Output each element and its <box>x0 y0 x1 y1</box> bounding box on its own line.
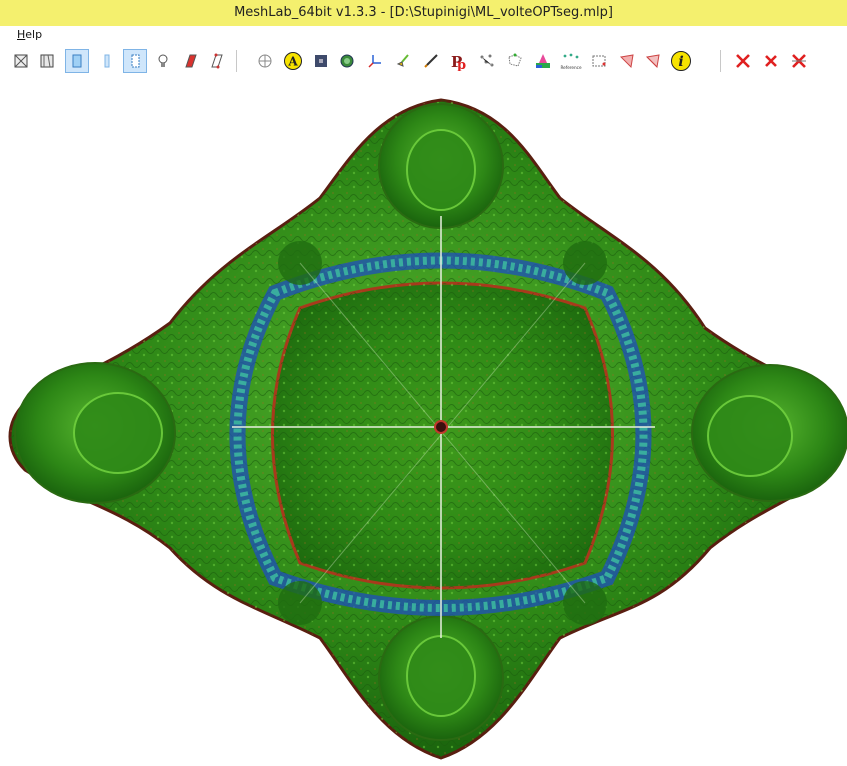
svg-text:p: p <box>457 58 466 71</box>
save-project-icon[interactable] <box>36 50 58 72</box>
delete-faces-icon[interactable] <box>760 50 782 72</box>
wireframe-view-icon[interactable] <box>123 49 147 73</box>
delete-vertices-icon[interactable] <box>732 50 754 72</box>
annotation-a-icon[interactable]: A <box>282 50 304 72</box>
open-project-icon[interactable] <box>10 50 32 72</box>
paint-brush-icon[interactable] <box>392 50 414 72</box>
flat-shading-icon[interactable] <box>180 50 202 72</box>
pencil-icon[interactable] <box>420 50 442 72</box>
toolbar: A Pp Reference i <box>0 44 847 78</box>
trackball-icon[interactable] <box>254 50 276 72</box>
manipulator-icon[interactable] <box>504 50 526 72</box>
reference-caption: Reference <box>560 65 582 70</box>
light-bulb-icon[interactable] <box>152 50 174 72</box>
menu-help[interactable]: Help <box>17 28 42 41</box>
toolbar-separator <box>236 50 237 72</box>
axis-icon[interactable] <box>364 50 386 72</box>
reference-icon[interactable]: Reference <box>560 50 582 72</box>
mesh-model <box>8 98 847 760</box>
color-paint-icon[interactable] <box>532 50 554 72</box>
points-view-icon[interactable] <box>96 50 118 72</box>
select-faces-icon[interactable] <box>616 50 638 72</box>
window-title: MeshLab_64bit v1.3.3 - [D:\Stupinigi\ML_… <box>234 5 613 20</box>
pick-points-icon[interactable]: Pp <box>448 50 470 72</box>
select-vertices-icon[interactable] <box>588 50 610 72</box>
bounding-box-view-icon[interactable] <box>65 49 89 73</box>
vertex-shading-icon[interactable] <box>206 50 228 72</box>
delete-faces-vertices-icon[interactable] <box>788 50 810 72</box>
svg-text:A: A <box>287 55 298 69</box>
texture-icon[interactable] <box>310 50 332 72</box>
select-connected-icon[interactable] <box>642 50 664 72</box>
menu-bar: Help <box>0 26 847 43</box>
mesh-layers-icon[interactable] <box>336 50 358 72</box>
toolbar-separator <box>720 50 721 72</box>
info-glyph: i <box>678 54 683 70</box>
align-icon[interactable] <box>476 50 498 72</box>
window-title-bar: MeshLab_64bit v1.3.3 - [D:\Stupinigi\ML_… <box>0 0 847 26</box>
info-icon[interactable]: i <box>670 50 692 72</box>
3d-viewport[interactable] <box>0 78 847 762</box>
